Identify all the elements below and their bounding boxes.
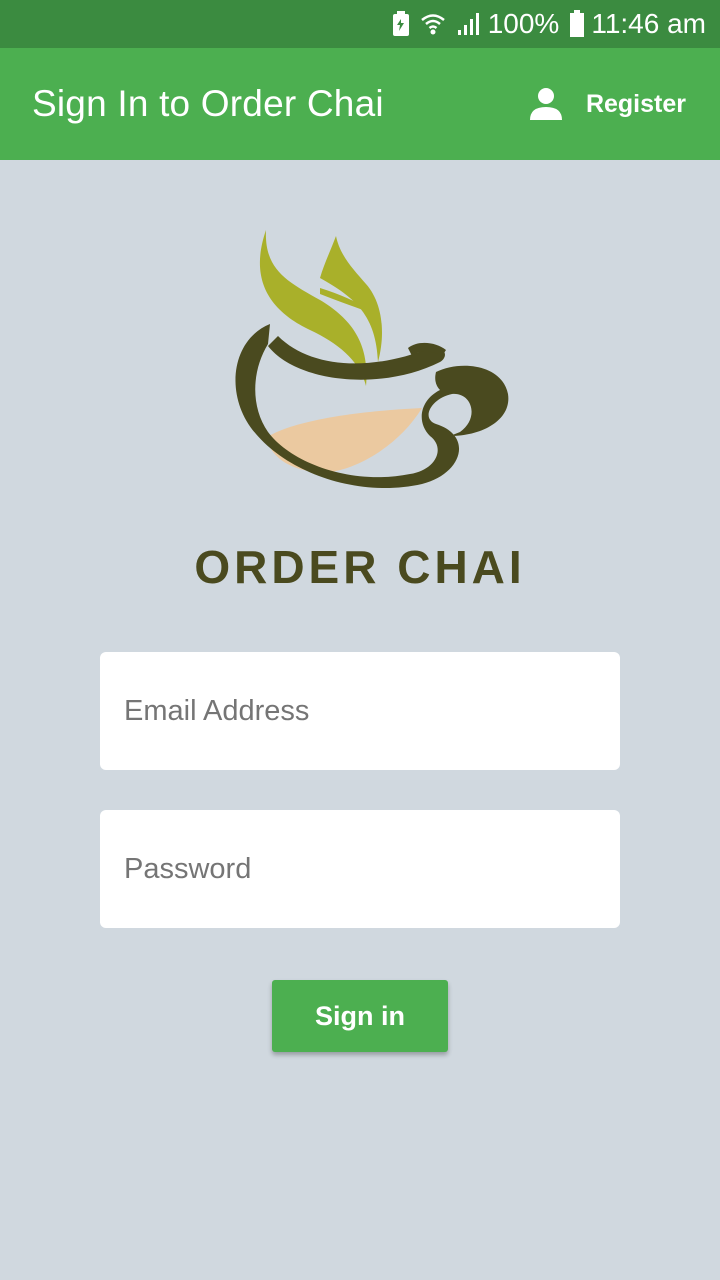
register-label: Register: [585, 89, 686, 118]
status-bar: 100% 11:46 am: [0, 0, 720, 48]
email-field[interactable]: [100, 652, 620, 770]
sign-in-button[interactable]: Sign in: [272, 980, 448, 1052]
order-chai-logo: ORDER CHAI: [160, 222, 560, 593]
battery-percent: 100%: [487, 8, 560, 39]
person-icon: [528, 86, 564, 122]
chai-cup-icon: [235, 230, 509, 489]
password-field[interactable]: [100, 810, 620, 928]
page-title: Sign In to Order Chai: [32, 83, 384, 124]
battery-saver-icon: [392, 11, 410, 37]
status-time: 11:46 am: [591, 8, 706, 39]
logo-text: ORDER CHAI: [194, 541, 526, 593]
app-bar: Sign In to Order Chai Register: [0, 48, 720, 160]
signal-icon: [456, 11, 482, 37]
battery-icon: [569, 10, 585, 38]
wifi-icon: [420, 11, 446, 37]
register-button[interactable]: Register: [528, 86, 686, 122]
